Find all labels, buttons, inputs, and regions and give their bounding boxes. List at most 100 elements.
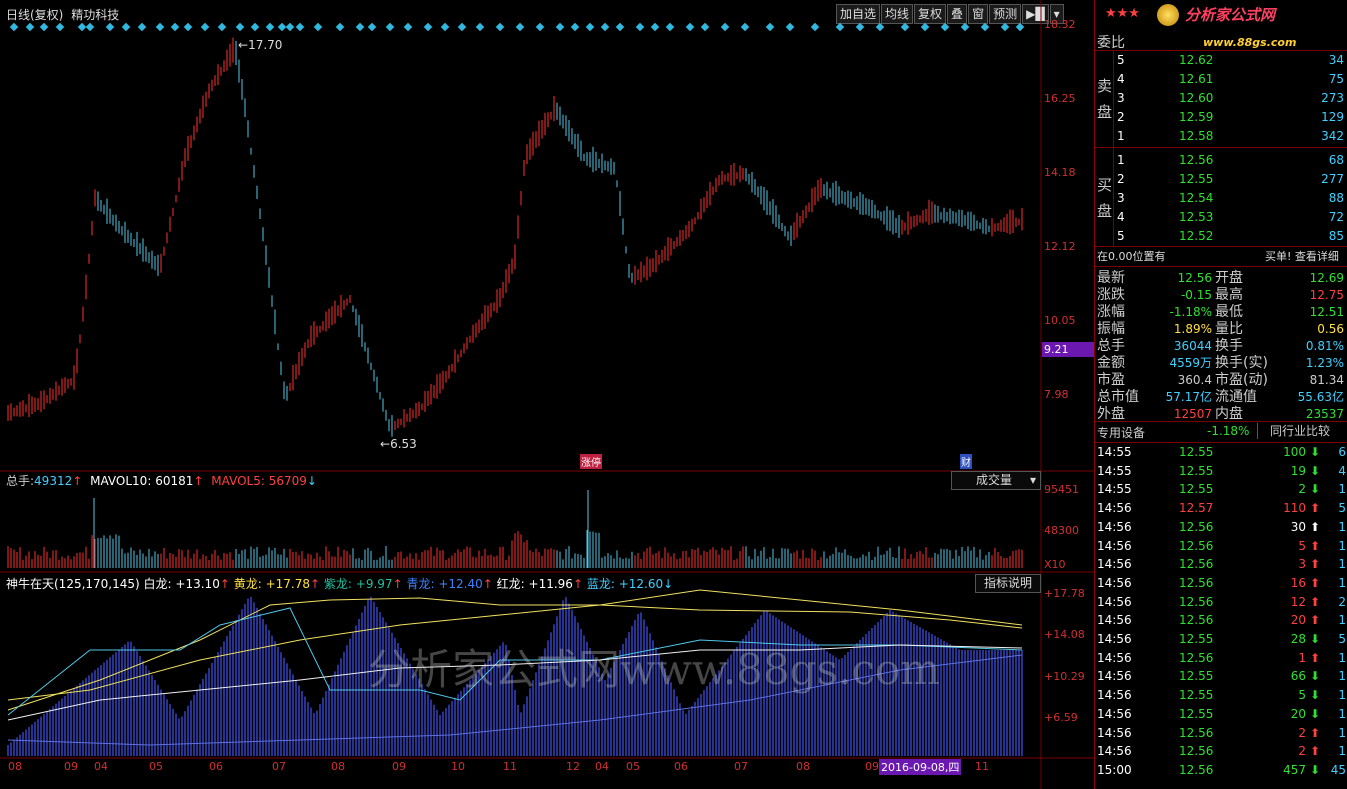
tick-time: 14:56 [1097, 557, 1132, 572]
arrow-up-icon: ⬆ [1309, 557, 1320, 572]
buy-order-row[interactable]: 3 12.54 88 [1095, 189, 1347, 207]
order-level: 5 [1117, 229, 1125, 243]
arrow-down-icon: ⬇ [1309, 762, 1320, 777]
order-volume: 88 [1328, 191, 1344, 205]
tick-row: 14:56 12.56 5 ⬆ 1 [1095, 537, 1347, 555]
price-axis-tick: 7.98 [1044, 388, 1069, 401]
indicator-help-button[interactable]: 指标说明 [975, 574, 1041, 593]
tick-volume: 1 [1298, 650, 1306, 665]
tick-count: 2 [1338, 594, 1346, 609]
tick-count: 1 [1338, 725, 1346, 740]
tick-count: 1 [1338, 744, 1346, 759]
sell-order-row[interactable]: 1 12.58 342 [1095, 127, 1347, 145]
sell-order-row[interactable]: 3 12.60 273 [1095, 89, 1347, 107]
sell-order-row[interactable]: 5 12.62 34 [1095, 51, 1347, 69]
order-level: 2 [1117, 110, 1125, 124]
quote-label: 涨幅 [1097, 304, 1125, 320]
tick-time: 14:56 [1097, 501, 1132, 516]
tick-time: 14:56 [1097, 725, 1132, 740]
compare-industry-button[interactable]: 同行业比较 [1257, 423, 1342, 439]
limit-up-badge[interactable]: 涨停 [580, 454, 602, 469]
quote-label: 换手 [1215, 338, 1243, 354]
tick-time: 15:00 [1097, 762, 1132, 777]
tick-volume: 12 [1290, 594, 1306, 609]
tick-row: 14:56 12.56 1 ⬆ 1 [1095, 649, 1347, 667]
quote-value: 360.4 [1177, 373, 1212, 387]
finance-badge[interactable]: 财 [960, 454, 972, 469]
arrow-up-icon: ⬆ [1309, 594, 1320, 609]
arrow-up-icon: ⬆ [1309, 501, 1320, 516]
date-tick: 11 [975, 760, 989, 773]
date-tick: 05 [626, 760, 640, 773]
tick-list[interactable]: 14:55 12.55 100 ⬇ 6 14:55 12.55 19 ⬇ 4 14:55 12.55 2… [1095, 443, 1347, 783]
tick-price: 12.56 [1179, 762, 1214, 777]
buy-order-row[interactable]: 2 12.55 277 [1095, 170, 1347, 188]
price-axis-tick: 14.18 [1044, 166, 1076, 179]
date-tick: 12 [566, 760, 580, 773]
date-tick: 10 [451, 760, 465, 773]
tick-price: 12.55 [1179, 445, 1214, 459]
date-tick: 09 [865, 760, 879, 773]
date-tick: 05 [149, 760, 163, 773]
quote-label: 金额 [1097, 355, 1125, 371]
tick-row: 14:56 12.55 28 ⬇ 5 [1095, 630, 1347, 648]
date-tick: 04 [595, 760, 609, 773]
view-detail-link[interactable]: 买单! 查看详细 [1265, 248, 1339, 264]
tick-time: 14:55 [1097, 482, 1132, 497]
tick-volume: 28 [1290, 632, 1306, 646]
quote-value: 55.63亿 [1297, 390, 1344, 404]
tick-price: 12.56 [1179, 575, 1214, 590]
order-price: 12.54 [1179, 191, 1214, 205]
arrow-up-icon: ⬆ [1309, 519, 1320, 534]
quote-row: 最新 12.56 开盘 12.69 [1095, 269, 1347, 287]
order-price: 12.53 [1179, 210, 1214, 224]
order-volume: 34 [1328, 53, 1344, 67]
sell-order-row[interactable]: 4 12.61 75 [1095, 70, 1347, 88]
sell-order-row[interactable]: 2 12.59 129 [1095, 108, 1347, 126]
quote-label: 最低 [1215, 304, 1243, 320]
quote-value: 0.81% [1305, 339, 1344, 353]
order-book-rows: 5 12.62 34 4 12.61 75 3 12.60 273 2 12.59 129 1 12.58… [1095, 0, 1347, 260]
quote-value: 12.69 [1309, 271, 1344, 285]
quote-label: 最新 [1097, 270, 1125, 286]
arrow-down-icon: ⬇ [1309, 463, 1320, 478]
buy-order-row[interactable]: 4 12.53 72 [1095, 208, 1347, 226]
buy-order-row[interactable]: 5 12.52 85 [1095, 227, 1347, 245]
quote-label: 涨跌 [1097, 287, 1125, 303]
sector-name[interactable]: 专用设备 [1097, 424, 1145, 441]
tick-price: 12.55 [1179, 463, 1214, 478]
arrow-down-icon: ⬇ [1309, 482, 1320, 497]
arrow-down-icon: ⬇ [1309, 445, 1320, 459]
order-level: 4 [1117, 72, 1125, 86]
quote-value: 0.56 [1317, 322, 1344, 336]
order-price: 12.59 [1179, 110, 1214, 124]
tick-price: 12.56 [1179, 725, 1214, 740]
tick-volume: 66 [1290, 669, 1306, 684]
price-axis-tick: 10.05 [1044, 314, 1076, 327]
tick-volume: 3 [1298, 557, 1306, 572]
order-volume: 72 [1328, 210, 1344, 224]
quote-label: 开盘 [1215, 270, 1243, 286]
volume-indicator-select[interactable]: 成交量 ▾ [951, 471, 1041, 490]
quote-value: 81.34 [1309, 373, 1344, 387]
quote-label: 市盈(动) [1215, 372, 1268, 388]
order-volume: 342 [1321, 129, 1344, 143]
buy-order-row[interactable]: 1 12.56 68 [1095, 151, 1347, 169]
tick-row: 14:56 12.56 2 ⬆ 1 [1095, 724, 1347, 742]
order-volume: 273 [1321, 91, 1344, 105]
tick-price: 12.56 [1179, 519, 1214, 534]
arrow-down-icon: ⬇ [1309, 706, 1320, 721]
quote-value: 1.23% [1305, 356, 1344, 370]
sector-row: 专用设备 -1.18% 同行业比较 [1095, 421, 1347, 443]
tick-row: 14:56 12.56 30 ⬆ 1 [1095, 518, 1347, 536]
price-axis-tick: 18.32 [1044, 18, 1076, 31]
quote-label: 市盈 [1097, 372, 1125, 388]
tick-volume: 16 [1290, 575, 1306, 590]
chart-area[interactable]: 日线(复权) 精功科技 加自选 均线 复权叠窗预测 ▶█ ▾ 18.32 16.25 1… [0, 0, 1094, 789]
arrow-down-icon: ⬇ [1309, 632, 1320, 646]
quote-value: -1.18% [1169, 305, 1212, 319]
quote-value: 4559万 [1169, 356, 1212, 370]
tick-row: 14:56 12.55 20 ⬇ 1 [1095, 705, 1347, 723]
date-axis: 08 09 04 05 06 07 08 09 10 11 12 04 05 0… [0, 759, 1041, 776]
low-annotation: ←6.53 [380, 437, 417, 451]
